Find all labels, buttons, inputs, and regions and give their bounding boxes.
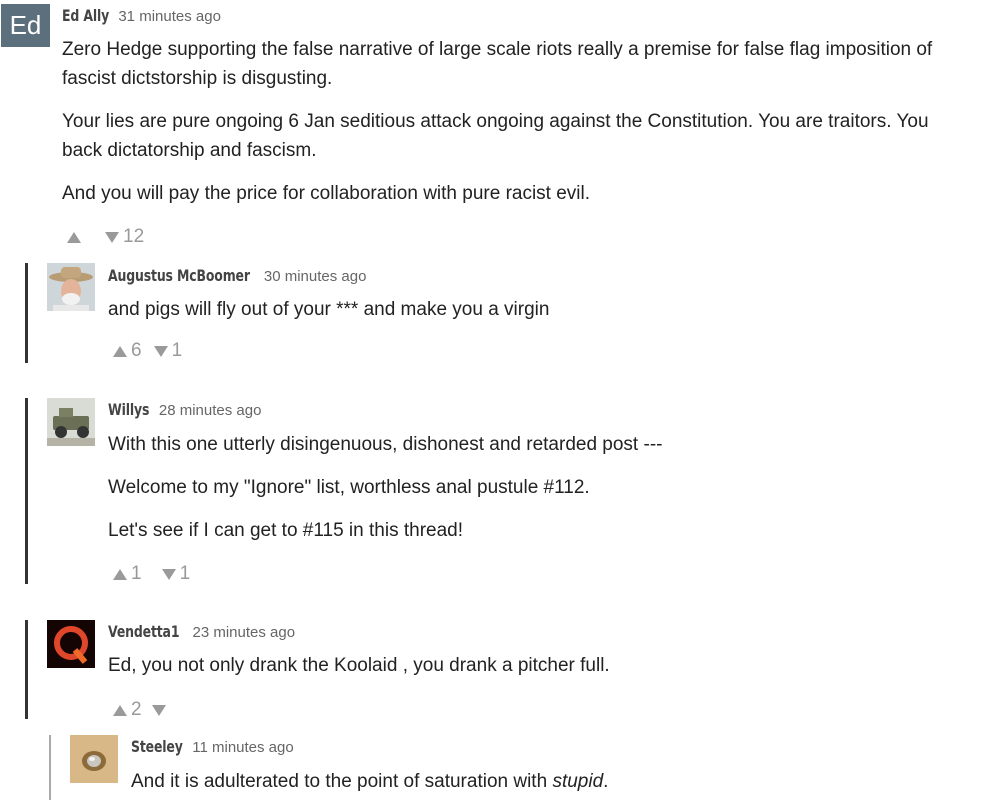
upvote-icon[interactable] — [113, 704, 127, 716]
avatar[interactable] — [70, 735, 118, 783]
vote-bar: 12 — [67, 226, 144, 248]
timestamp[interactable]: 31 minutes ago — [118, 8, 221, 25]
comment-body: and pigs will fly out of your *** and ma… — [108, 295, 938, 338]
vote-bar: 2 — [113, 699, 170, 721]
q-avatar-icon — [47, 620, 95, 668]
comment-body: And it is adulterated to the point of sa… — [131, 767, 961, 810]
thread-line — [25, 398, 28, 584]
author-name[interactable]: Willys — [108, 400, 149, 419]
author-name[interactable]: Ed Ally — [62, 6, 109, 25]
comment-header: Ed Ally 31 minutes ago — [62, 6, 221, 30]
downvote-icon[interactable] — [105, 231, 119, 243]
comment-paragraph: Let's see if I can get to #115 in this t… — [108, 520, 463, 541]
avatar[interactable] — [47, 263, 95, 311]
timestamp[interactable]: 30 minutes ago — [264, 268, 367, 285]
comment-body: Zero Hedge supporting the false narrativ… — [62, 35, 967, 222]
paragraph-text: . — [603, 771, 609, 792]
comment-augustus-mcboomer: Augustus McBoomer 30 minutes ago and pig… — [47, 263, 947, 363]
vote-bar: 6 1 — [113, 340, 182, 362]
paragraph-text: And it is adulterated to the point of sa… — [131, 771, 553, 792]
downvote-icon[interactable] — [151, 704, 166, 716]
thread-line — [49, 735, 51, 800]
upvote-icon[interactable] — [113, 345, 127, 357]
vote-bar: 1 1 — [113, 563, 190, 585]
comment-steeley: Steeley 11 minutes ago And it is adulter… — [70, 735, 970, 800]
downvote-count: 1 — [171, 340, 183, 361]
comment-header: Augustus McBoomer 30 minutes ago — [108, 266, 366, 290]
upvote-count: 1 — [131, 563, 142, 584]
comment-paragraph: Welcome to my "Ignore" list, worthless a… — [108, 477, 590, 498]
comment-paragraph: Your lies are pure ongoing 6 Jan seditio… — [62, 111, 929, 161]
cowboy-avatar-icon — [47, 263, 95, 311]
upvote-icon[interactable] — [67, 231, 81, 243]
comment-paragraph: and pigs will fly out of your *** and ma… — [108, 299, 550, 320]
thread-line — [25, 263, 28, 363]
downvote-icon[interactable] — [161, 568, 176, 580]
paragraph-emphasis: stupid — [552, 771, 604, 792]
comment-paragraph: And it is adulterated to the point of sa… — [131, 767, 961, 796]
avatar[interactable] — [47, 398, 95, 446]
comment-header: Vendetta1 23 minutes ago — [108, 622, 295, 646]
comment-header: Steeley 11 minutes ago — [131, 737, 294, 761]
comment-paragraph: With this one utterly disingenuous, dish… — [108, 434, 663, 455]
downvote-count: 12 — [123, 226, 145, 247]
thread-line — [25, 620, 28, 719]
comment-paragraph: Zero Hedge supporting the false narrativ… — [62, 39, 933, 89]
avatar[interactable] — [47, 620, 95, 668]
upvote-icon[interactable] — [113, 568, 127, 580]
comment-header: Willys 28 minutes ago — [108, 400, 261, 424]
author-name[interactable]: Steeley — [131, 737, 183, 756]
avatar[interactable]: Ed — [1, 4, 50, 47]
avatar-initials: Ed — [9, 10, 42, 40]
comment-willys: Willys 28 minutes ago With this one utte… — [47, 398, 947, 584]
jeep-avatar-icon — [47, 398, 95, 446]
upvote-count: 2 — [131, 699, 142, 720]
comment-vendetta1: Vendetta1 23 minutes ago Ed, you not onl… — [47, 620, 947, 720]
comment-paragraph: Ed, you not only drank the Koolaid , you… — [108, 655, 610, 676]
ring-avatar-icon — [70, 735, 118, 783]
downvote-count: 1 — [179, 563, 191, 584]
timestamp[interactable]: 23 minutes ago — [192, 624, 295, 641]
comment-paragraph: And you will pay the price for collabora… — [62, 183, 591, 204]
comment-body: With this one utterly disingenuous, dish… — [108, 430, 938, 559]
timestamp[interactable]: 28 minutes ago — [159, 402, 262, 419]
comment-body: Ed, you not only drank the Koolaid , you… — [108, 651, 938, 694]
downvote-icon[interactable] — [153, 345, 168, 357]
author-name[interactable]: Augustus McBoomer — [108, 266, 250, 285]
author-name[interactable]: Vendetta1 — [108, 622, 180, 641]
timestamp[interactable]: 11 minutes ago — [192, 739, 293, 756]
comment-ed-ally: Ed Ed Ally 31 minutes ago Zero Hedge sup… — [1, 4, 981, 254]
upvote-count: 6 — [131, 340, 142, 361]
